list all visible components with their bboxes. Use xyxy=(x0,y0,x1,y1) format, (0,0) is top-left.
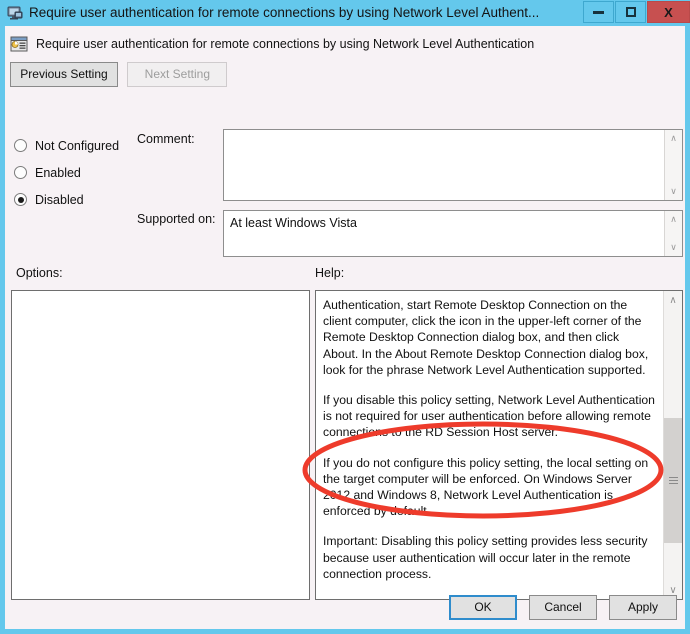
supported-on-scrollbar[interactable]: ∧ ∨ xyxy=(664,211,682,256)
help-paragraph: If you disable this policy setting, Netw… xyxy=(323,393,655,440)
supported-scroll-down-icon[interactable]: ∨ xyxy=(665,239,682,256)
policy-header: Require user authentication for remote c… xyxy=(10,35,534,53)
supported-on-label: Supported on: xyxy=(137,212,216,226)
apply-button[interactable]: Apply xyxy=(609,595,677,620)
setting-navigation: Previous Setting Next Setting xyxy=(10,62,228,87)
next-setting-button: Next Setting xyxy=(127,62,228,87)
help-pane: Authentication, start Remote Desktop Con… xyxy=(315,290,683,600)
help-paragraph: Authentication, start Remote Desktop Con… xyxy=(323,298,649,377)
comment-textbox[interactable]: ∧ ∨ xyxy=(223,129,683,201)
previous-setting-button[interactable]: Previous Setting xyxy=(10,62,118,87)
help-paragraph: Important: Disabling this policy setting… xyxy=(323,534,648,581)
radio-enabled[interactable]: Enabled xyxy=(14,159,119,186)
options-label: Options: xyxy=(16,266,63,280)
help-paragraph: If you do not configure this policy sett… xyxy=(323,455,649,519)
help-label: Help: xyxy=(315,266,345,280)
radio-enabled-indicator xyxy=(14,166,27,179)
comment-scroll-up-icon[interactable]: ∧ xyxy=(665,130,682,147)
dialog-footer: OK Cancel Apply xyxy=(437,595,677,620)
group-policy-setting-icon xyxy=(10,35,28,53)
scroll-grip-icon xyxy=(668,476,678,484)
minimize-button[interactable] xyxy=(583,1,614,23)
radio-not-configured-indicator xyxy=(14,139,27,152)
title-bar: Require user authentication for remote c… xyxy=(0,0,690,26)
close-button[interactable]: X xyxy=(647,1,690,23)
supported-on-textbox[interactable]: At least Windows Vista ∧ ∨ xyxy=(223,210,683,257)
minimize-icon xyxy=(593,10,604,14)
dialog-body: Require user authentication for remote c… xyxy=(5,26,685,629)
comment-value[interactable] xyxy=(224,130,664,200)
radio-disabled-label: Disabled xyxy=(35,192,84,207)
remote-desktop-icon xyxy=(7,5,23,21)
ok-button[interactable]: OK xyxy=(449,595,517,620)
radio-disabled[interactable]: Disabled xyxy=(14,186,119,213)
help-scroll-track[interactable] xyxy=(664,309,682,581)
window-controls: X xyxy=(583,1,690,25)
comment-label: Comment: xyxy=(137,132,195,146)
radio-disabled-indicator xyxy=(14,193,27,206)
maximize-icon xyxy=(625,7,636,17)
policy-state-radio-group: Not Configured Enabled Disabled xyxy=(14,132,119,213)
supported-scroll-up-icon[interactable]: ∧ xyxy=(665,211,682,228)
comment-scrollbar[interactable]: ∧ ∨ xyxy=(664,130,682,200)
comment-scroll-down-icon[interactable]: ∨ xyxy=(665,183,682,200)
radio-not-configured[interactable]: Not Configured xyxy=(14,132,119,159)
help-scroll-up-icon[interactable]: ∧ xyxy=(664,291,682,309)
radio-not-configured-label: Not Configured xyxy=(35,138,120,153)
policy-setting-name: Require user authentication for remote c… xyxy=(36,37,535,51)
help-scroll-thumb[interactable] xyxy=(664,417,682,543)
cancel-button[interactable]: Cancel xyxy=(529,595,597,620)
maximize-button[interactable] xyxy=(615,1,646,23)
radio-enabled-label: Enabled xyxy=(35,165,81,180)
group-policy-setting-dialog: Require user authentication for remote c… xyxy=(0,0,690,634)
help-text-content: Authentication, start Remote Desktop Con… xyxy=(316,291,663,599)
supported-on-value: At least Windows Vista xyxy=(230,216,357,230)
help-scrollbar[interactable]: ∧ ∨ xyxy=(663,291,682,599)
options-pane[interactable] xyxy=(11,290,310,600)
